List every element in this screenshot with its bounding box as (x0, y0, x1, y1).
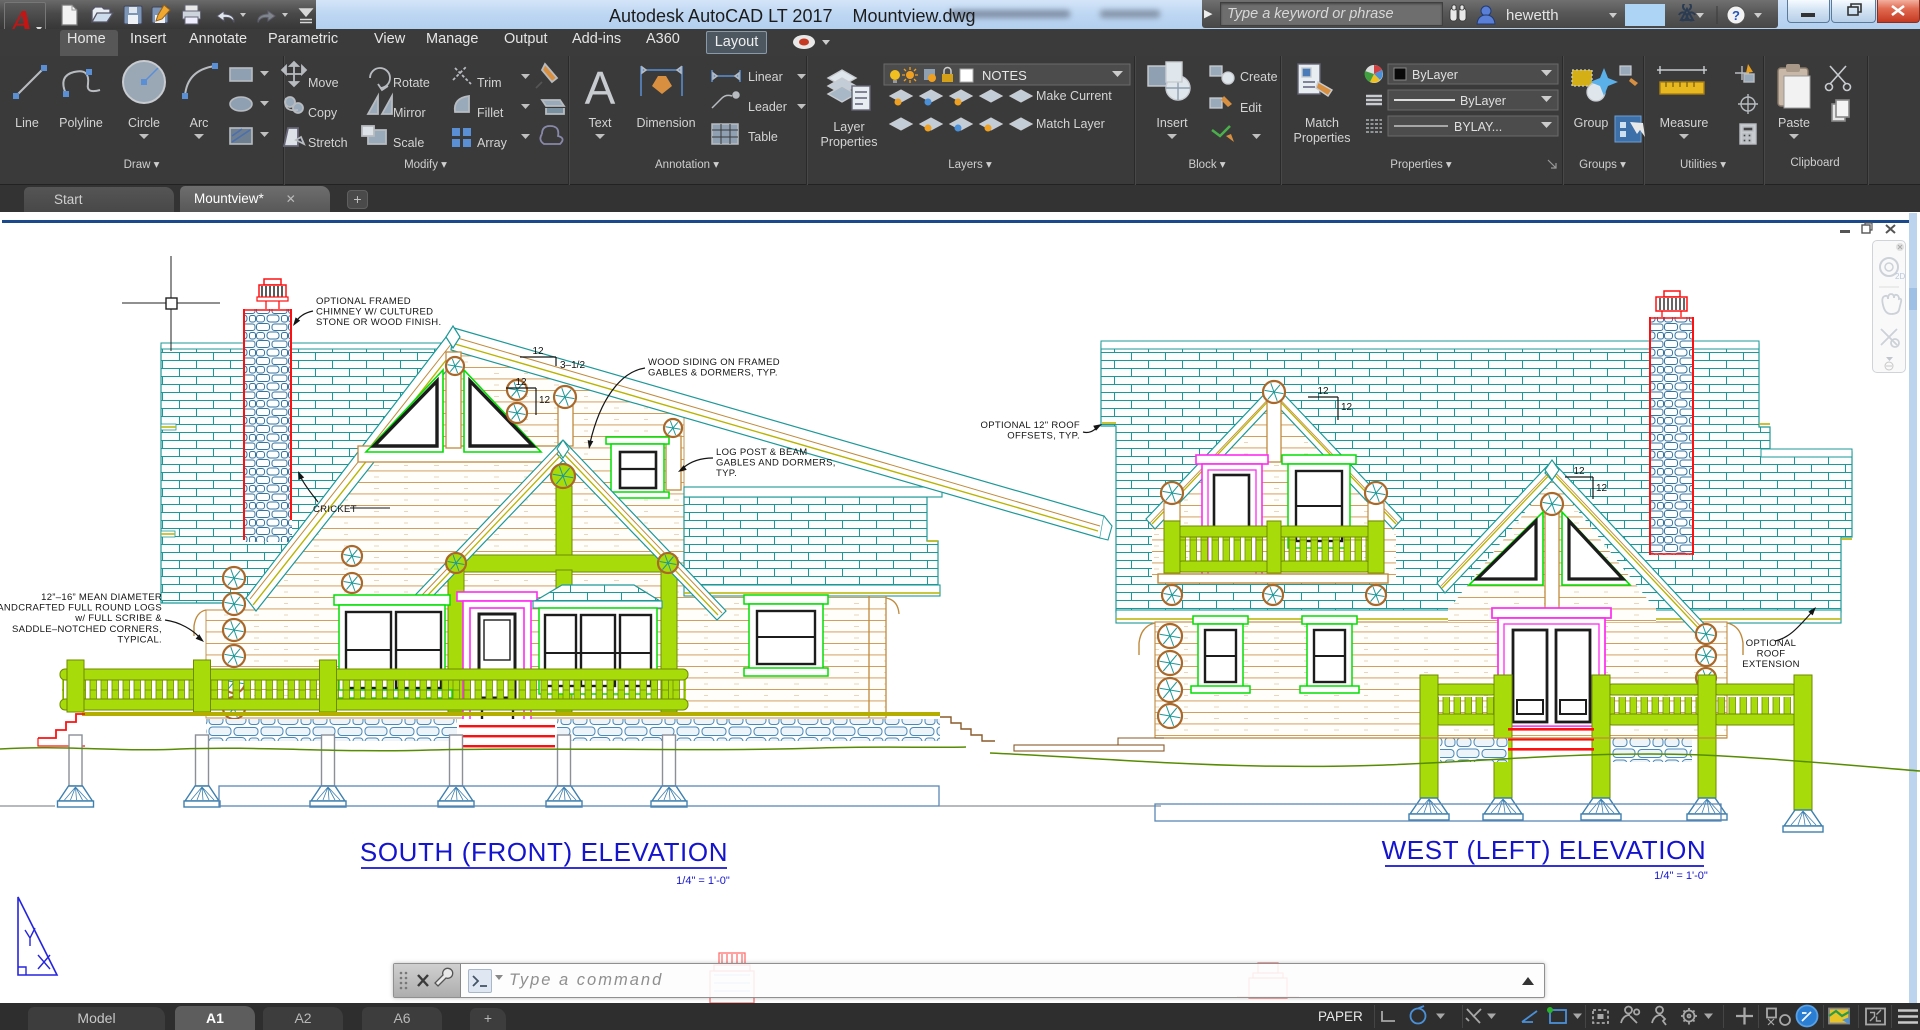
svg-text:?: ? (1732, 8, 1740, 23)
svg-text:ByLayer: ByLayer (1412, 68, 1458, 82)
svg-text:NOTES: NOTES (982, 68, 1027, 83)
svg-text:Properties: Properties (1294, 131, 1351, 145)
svg-text:Group: Group (1574, 116, 1609, 130)
svg-text:Move: Move (308, 76, 339, 90)
svg-text:WEST (LEFT) ELEVATION: WEST (LEFT) ELEVATION (1382, 835, 1707, 865)
svg-text:Match Layer: Match Layer (1036, 117, 1105, 131)
svg-text:Dimension: Dimension (636, 116, 695, 130)
svg-text:Circle: Circle (128, 116, 160, 130)
svg-text:Layer: Layer (833, 120, 864, 134)
svg-text:Table: Table (748, 130, 778, 144)
svg-text:12: 12 (532, 346, 544, 357)
svg-text:12: 12 (1341, 402, 1353, 413)
svg-text:Arc: Arc (190, 116, 209, 130)
svg-text:Insert: Insert (1156, 116, 1188, 130)
svg-text:Copy: Copy (308, 106, 338, 120)
svg-text:1/4" = 1'-0": 1/4" = 1'-0" (676, 875, 730, 887)
svg-text:Rotate: Rotate (393, 76, 430, 90)
svg-text:Fillet: Fillet (477, 106, 504, 120)
svg-text:12”–16” MEAN DIAMETERHANDCRA: 12”–16” MEAN DIAMETERHANDCRAFTED FULL RO… (0, 592, 162, 645)
svg-text:A: A (585, 62, 616, 114)
svg-text:Stretch: Stretch (308, 136, 348, 150)
svg-text:12: 12 (1596, 483, 1608, 494)
svg-text:Mirror: Mirror (393, 106, 426, 120)
svg-text:Polyline: Polyline (59, 116, 103, 130)
svg-text:ByLayer: ByLayer (1460, 94, 1506, 108)
svg-text:Match: Match (1305, 116, 1339, 130)
svg-text:Trim: Trim (477, 76, 502, 90)
svg-text:Text: Text (589, 116, 612, 130)
svg-text:Linear: Linear (748, 70, 783, 84)
svg-text:SOUTH (FRONT) ELEVATION: SOUTH (FRONT) ELEVATION (360, 837, 728, 867)
svg-text:Paste: Paste (1778, 116, 1810, 130)
svg-text:CRICKET: CRICKET (313, 504, 357, 515)
svg-text:1/4" = 1'-0": 1/4" = 1'-0" (1654, 870, 1708, 882)
svg-text:Edit: Edit (1240, 101, 1262, 115)
svg-text:12: 12 (1573, 466, 1585, 477)
svg-text:3–1/2: 3–1/2 (560, 360, 585, 371)
svg-text:12: 12 (515, 377, 527, 388)
svg-text:Measure: Measure (1660, 116, 1709, 130)
svg-text:12: 12 (539, 395, 551, 406)
svg-text:Leader: Leader (748, 100, 787, 114)
svg-text:Make Current: Make Current (1036, 89, 1112, 103)
svg-text:OPTIONAL FRAMEDCHIMNEY W/ C: OPTIONAL FRAMEDCHIMNEY W/ CULTUREDSTONE … (316, 296, 441, 328)
svg-text:Create: Create (1240, 70, 1278, 84)
svg-text:2D: 2D (1895, 272, 1905, 281)
svg-text:OPTIONAL 12" ROOFOFFSETS, T: OPTIONAL 12" ROOFOFFSETS, TYP. (981, 420, 1080, 442)
svg-text:Scale: Scale (393, 136, 424, 150)
svg-text:OPTIONALROOFEXTENSION: OPTIONALROOFEXTENSION (1742, 638, 1800, 670)
svg-text:12: 12 (1317, 386, 1329, 397)
svg-text:hewetth: hewetth (1506, 7, 1559, 24)
svg-text:Properties: Properties (821, 135, 878, 149)
svg-text:BYLAY...: BYLAY... (1454, 120, 1502, 134)
svg-text:Line: Line (15, 116, 39, 130)
svg-text:Array: Array (477, 136, 508, 150)
svg-text:WOOD SIDING ON FRAMEDGABLES: WOOD SIDING ON FRAMEDGABLES & DORMERS, T… (648, 357, 780, 379)
